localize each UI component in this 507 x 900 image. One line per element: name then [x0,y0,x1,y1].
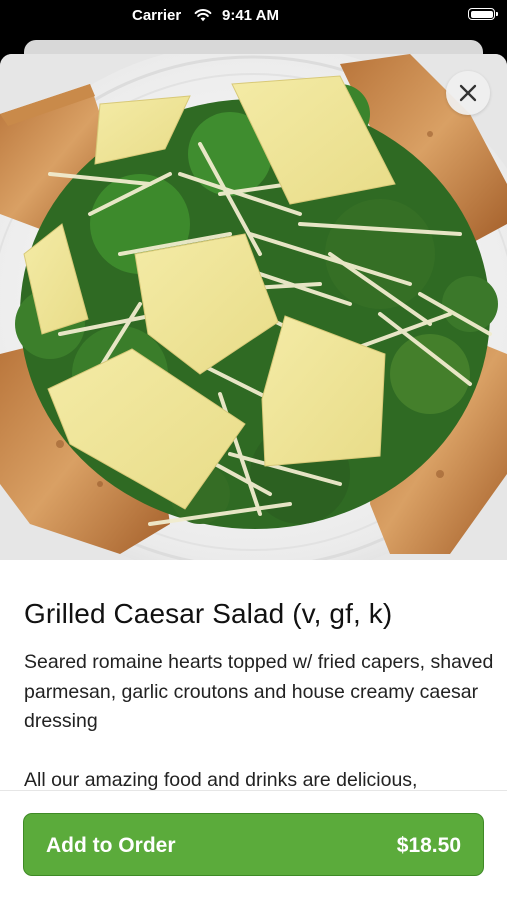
order-footer: Add to Order $18.50 [0,790,507,900]
add-to-order-button[interactable]: Add to Order $18.50 [23,813,484,876]
item-title: Grilled Caesar Salad (v, gf, k) [24,598,393,629]
item-price: $18.50 [396,834,461,857]
status-bar: Carrier 9:41 AM [0,0,507,34]
clock: 9:41 AM [222,7,279,24]
item-description: Seared romaine hearts topped w/ fried ca… [24,651,494,732]
item-detail-sheet: Grilled Caesar Salad (v, gf, k) Seared r… [0,54,507,900]
add-to-order-label: Add to Order [46,834,176,857]
close-icon [459,84,477,102]
wifi-icon [194,9,212,22]
item-photo [0,54,507,560]
item-description-block: Seared romaine hearts topped w/ fried ca… [24,648,494,795]
carrier-label: Carrier [132,7,182,24]
close-button[interactable] [446,71,490,115]
battery-icon [468,8,498,20]
salad-illustration [0,54,507,560]
